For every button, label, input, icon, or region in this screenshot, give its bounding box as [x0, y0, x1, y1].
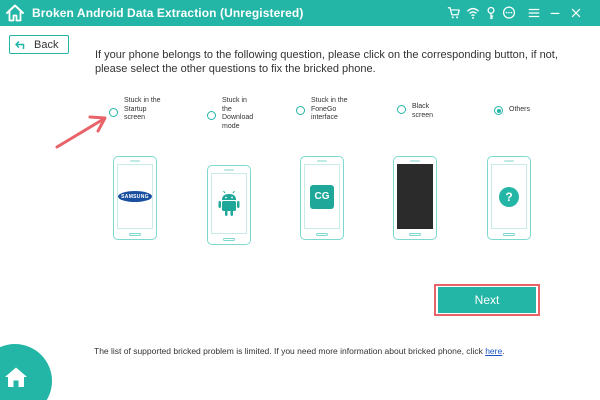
option-black-screen[interactable]: Black screen	[397, 103, 433, 120]
samsung-logo: SAMSUNG	[118, 191, 152, 202]
fonego-logo: CG	[310, 184, 334, 209]
home-button[interactable]	[0, 344, 52, 400]
menu-icon[interactable]	[526, 5, 542, 21]
radio-others[interactable]	[494, 106, 503, 115]
option-others[interactable]: Others	[494, 106, 530, 115]
phone-fonego-interface-image: CG	[300, 156, 344, 240]
option-label: Stuck in the FoneGo interface	[311, 97, 348, 121]
option-label: Others	[509, 106, 531, 113]
footer-note-text: The list of supported bricked problem is…	[94, 346, 486, 356]
title-bar: Broken Android Data Extraction (Unregist…	[0, 0, 600, 26]
black-screen	[397, 164, 433, 229]
close-icon[interactable]	[568, 5, 584, 21]
home-icon	[5, 367, 27, 387]
app-title: Broken Android Data Extraction (Unregist…	[32, 6, 304, 20]
footer-note: The list of supported bricked problem is…	[94, 346, 505, 356]
android-icon	[218, 190, 240, 216]
back-arrow-icon	[15, 40, 25, 49]
option-download-mode[interactable]: Stuck in the Download mode	[207, 97, 253, 131]
back-label: Back	[34, 38, 59, 51]
instruction-text: If your phone belongs to the following q…	[95, 49, 558, 75]
here-link[interactable]: here	[485, 346, 502, 356]
radio-download-mode[interactable]	[207, 111, 216, 120]
option-startup-screen[interactable]: Stuck in the Startup screen	[109, 97, 161, 123]
option-label: Black screen	[412, 103, 434, 119]
home-icon[interactable]	[5, 3, 25, 23]
annotation-arrow-icon	[55, 115, 107, 149]
radio-black-screen[interactable]	[397, 105, 406, 114]
phone-others-image: ?	[487, 156, 531, 240]
chat-icon[interactable]	[501, 5, 517, 21]
option-label: Stuck in the Download mode	[222, 97, 254, 130]
key-icon[interactable]	[483, 5, 499, 21]
option-label: Stuck in the Startup screen	[124, 97, 161, 121]
next-button[interactable]: Next	[438, 287, 536, 313]
back-button[interactable]: Back	[9, 35, 69, 54]
footer-note-suffix: .	[502, 346, 505, 356]
minimize-icon[interactable]	[547, 5, 563, 21]
phone-download-mode-image	[207, 165, 251, 245]
phone-black-screen-image	[393, 156, 437, 240]
option-fonego-interface[interactable]: Stuck in the FoneGo interface	[296, 97, 348, 123]
radio-fonego-interface[interactable]	[296, 106, 305, 115]
phone-startup-screen-image: SAMSUNG	[113, 156, 157, 240]
question-icon: ?	[499, 186, 519, 207]
cart-icon[interactable]	[446, 5, 462, 21]
wifi-icon[interactable]	[465, 5, 481, 21]
